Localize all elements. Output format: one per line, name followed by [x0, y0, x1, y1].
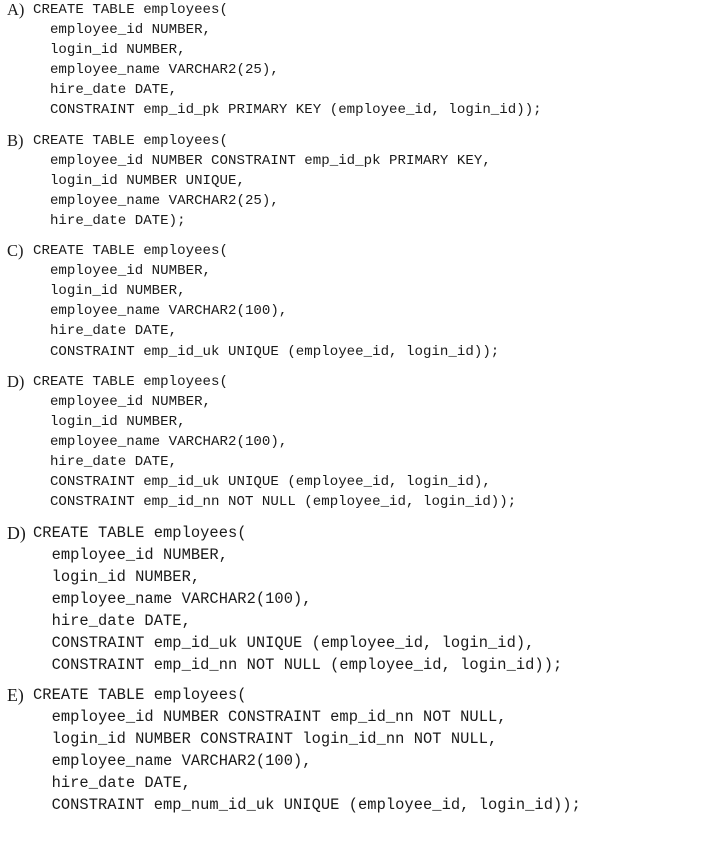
code-line: employee_id NUMBER, [33, 393, 212, 410]
code-line: CONSTRAINT emp_id_nn NOT NULL (employee_… [33, 656, 563, 675]
code-line: employee_name VARCHAR2(100), [33, 590, 312, 609]
option-sql-code: CREATE TABLE employees( employee_id NUMB… [33, 241, 714, 362]
option-sql-code: CREATE TABLE employees( employee_id NUMB… [33, 522, 714, 676]
code-line: employee_name VARCHAR2(100), [33, 303, 288, 320]
code-line: employee_id NUMBER CONSTRAINT emp_id_nn … [33, 708, 507, 727]
option-label: B) [7, 130, 24, 150]
code-line: employee_id NUMBER, [33, 263, 212, 280]
code-line: employee_name VARCHAR2(100), [33, 752, 312, 771]
code-line: login_id NUMBER CONSTRAINT login_id_nn N… [33, 730, 498, 749]
code-line: login_id NUMBER, [33, 42, 186, 59]
answer-option-a-0[interactable]: A) CREATE TABLE employees( employee_id NU… [0, 0, 714, 121]
option-label: A) [7, 0, 25, 19]
code-line: CONSTRAINT emp_id_nn NOT NULL (employee_… [33, 494, 517, 511]
code-line: login_id NUMBER, [33, 283, 186, 300]
answer-option-d-3[interactable]: D) CREATE TABLE employees( employee_id NU… [0, 372, 714, 513]
code-line: login_id NUMBER, [33, 413, 186, 430]
option-label: C) [7, 241, 24, 261]
code-line: hire_date DATE); [33, 212, 186, 229]
code-line: CREATE TABLE employees( [33, 2, 228, 18]
code-line: CREATE TABLE employees( [33, 243, 228, 260]
option-sql-code: CREATE TABLE employees( employee_id NUMB… [33, 131, 714, 231]
option-row: D) CREATE TABLE employees( employee_id NU… [0, 522, 714, 676]
code-line: CREATE TABLE employees( [33, 373, 228, 390]
code-line: hire_date DATE, [33, 323, 178, 340]
page-root: { "page": { "background_color": "#ffffff… [0, 0, 714, 848]
code-line: employee_name VARCHAR2(100), [33, 433, 288, 450]
option-sql-code: CREATE TABLE employees( employee_id NUMB… [33, 684, 714, 816]
code-line: login_id NUMBER UNIQUE, [33, 172, 245, 189]
option-label: E) [7, 685, 24, 706]
option-label: D) [7, 371, 25, 391]
option-row: C) CREATE TABLE employees( employee_id NU… [0, 241, 714, 362]
code-line: CONSTRAINT emp_id_pk PRIMARY KEY (employ… [33, 102, 542, 119]
answer-options-list: A) CREATE TABLE employees( employee_id NU… [0, 0, 714, 824]
code-line: CONSTRAINT emp_num_id_uk UNIQUE (employe… [33, 796, 581, 815]
code-line: employee_id NUMBER CONSTRAINT emp_id_pk … [33, 152, 491, 169]
answer-option-c-2[interactable]: C) CREATE TABLE employees( employee_id NU… [0, 241, 714, 362]
code-line: hire_date DATE, [33, 774, 191, 793]
option-row: B) CREATE TABLE employees( employee_id NU… [0, 131, 714, 231]
code-line: employee_id NUMBER, [33, 22, 212, 39]
option-row: E) CREATE TABLE employees( employee_id NU… [0, 684, 714, 816]
code-line: CREATE TABLE employees( [33, 524, 247, 543]
code-line: CREATE TABLE employees( [33, 686, 247, 705]
answer-option-b-1[interactable]: B) CREATE TABLE employees( employee_id NU… [0, 131, 714, 231]
option-sql-code: CREATE TABLE employees( employee_id NUMB… [33, 372, 714, 513]
code-line: employee_name VARCHAR2(25), [33, 192, 279, 209]
option-sql-code: CREATE TABLE employees( employee_id NUMB… [33, 0, 714, 121]
answer-option-d-4[interactable]: D) CREATE TABLE employees( employee_id NU… [0, 522, 714, 676]
answer-option-e-5[interactable]: E) CREATE TABLE employees( employee_id NU… [0, 684, 714, 816]
code-line: CONSTRAINT emp_id_uk UNIQUE (employee_id… [33, 343, 500, 360]
code-line: employee_name VARCHAR2(25), [33, 62, 279, 79]
code-line: hire_date DATE, [33, 82, 178, 99]
option-row: A) CREATE TABLE employees( employee_id NU… [0, 0, 714, 121]
code-line: hire_date DATE, [33, 612, 191, 631]
option-row: D) CREATE TABLE employees( employee_id NU… [0, 372, 714, 513]
code-line: login_id NUMBER, [33, 568, 201, 587]
code-line: employee_id NUMBER, [33, 546, 229, 565]
option-label: D) [7, 523, 26, 544]
code-line: hire_date DATE, [33, 453, 178, 470]
code-line: CREATE TABLE employees( [33, 132, 228, 149]
code-line: CONSTRAINT emp_id_uk UNIQUE (employee_id… [33, 474, 491, 491]
code-line: CONSTRAINT emp_id_uk UNIQUE (employee_id… [33, 634, 535, 653]
